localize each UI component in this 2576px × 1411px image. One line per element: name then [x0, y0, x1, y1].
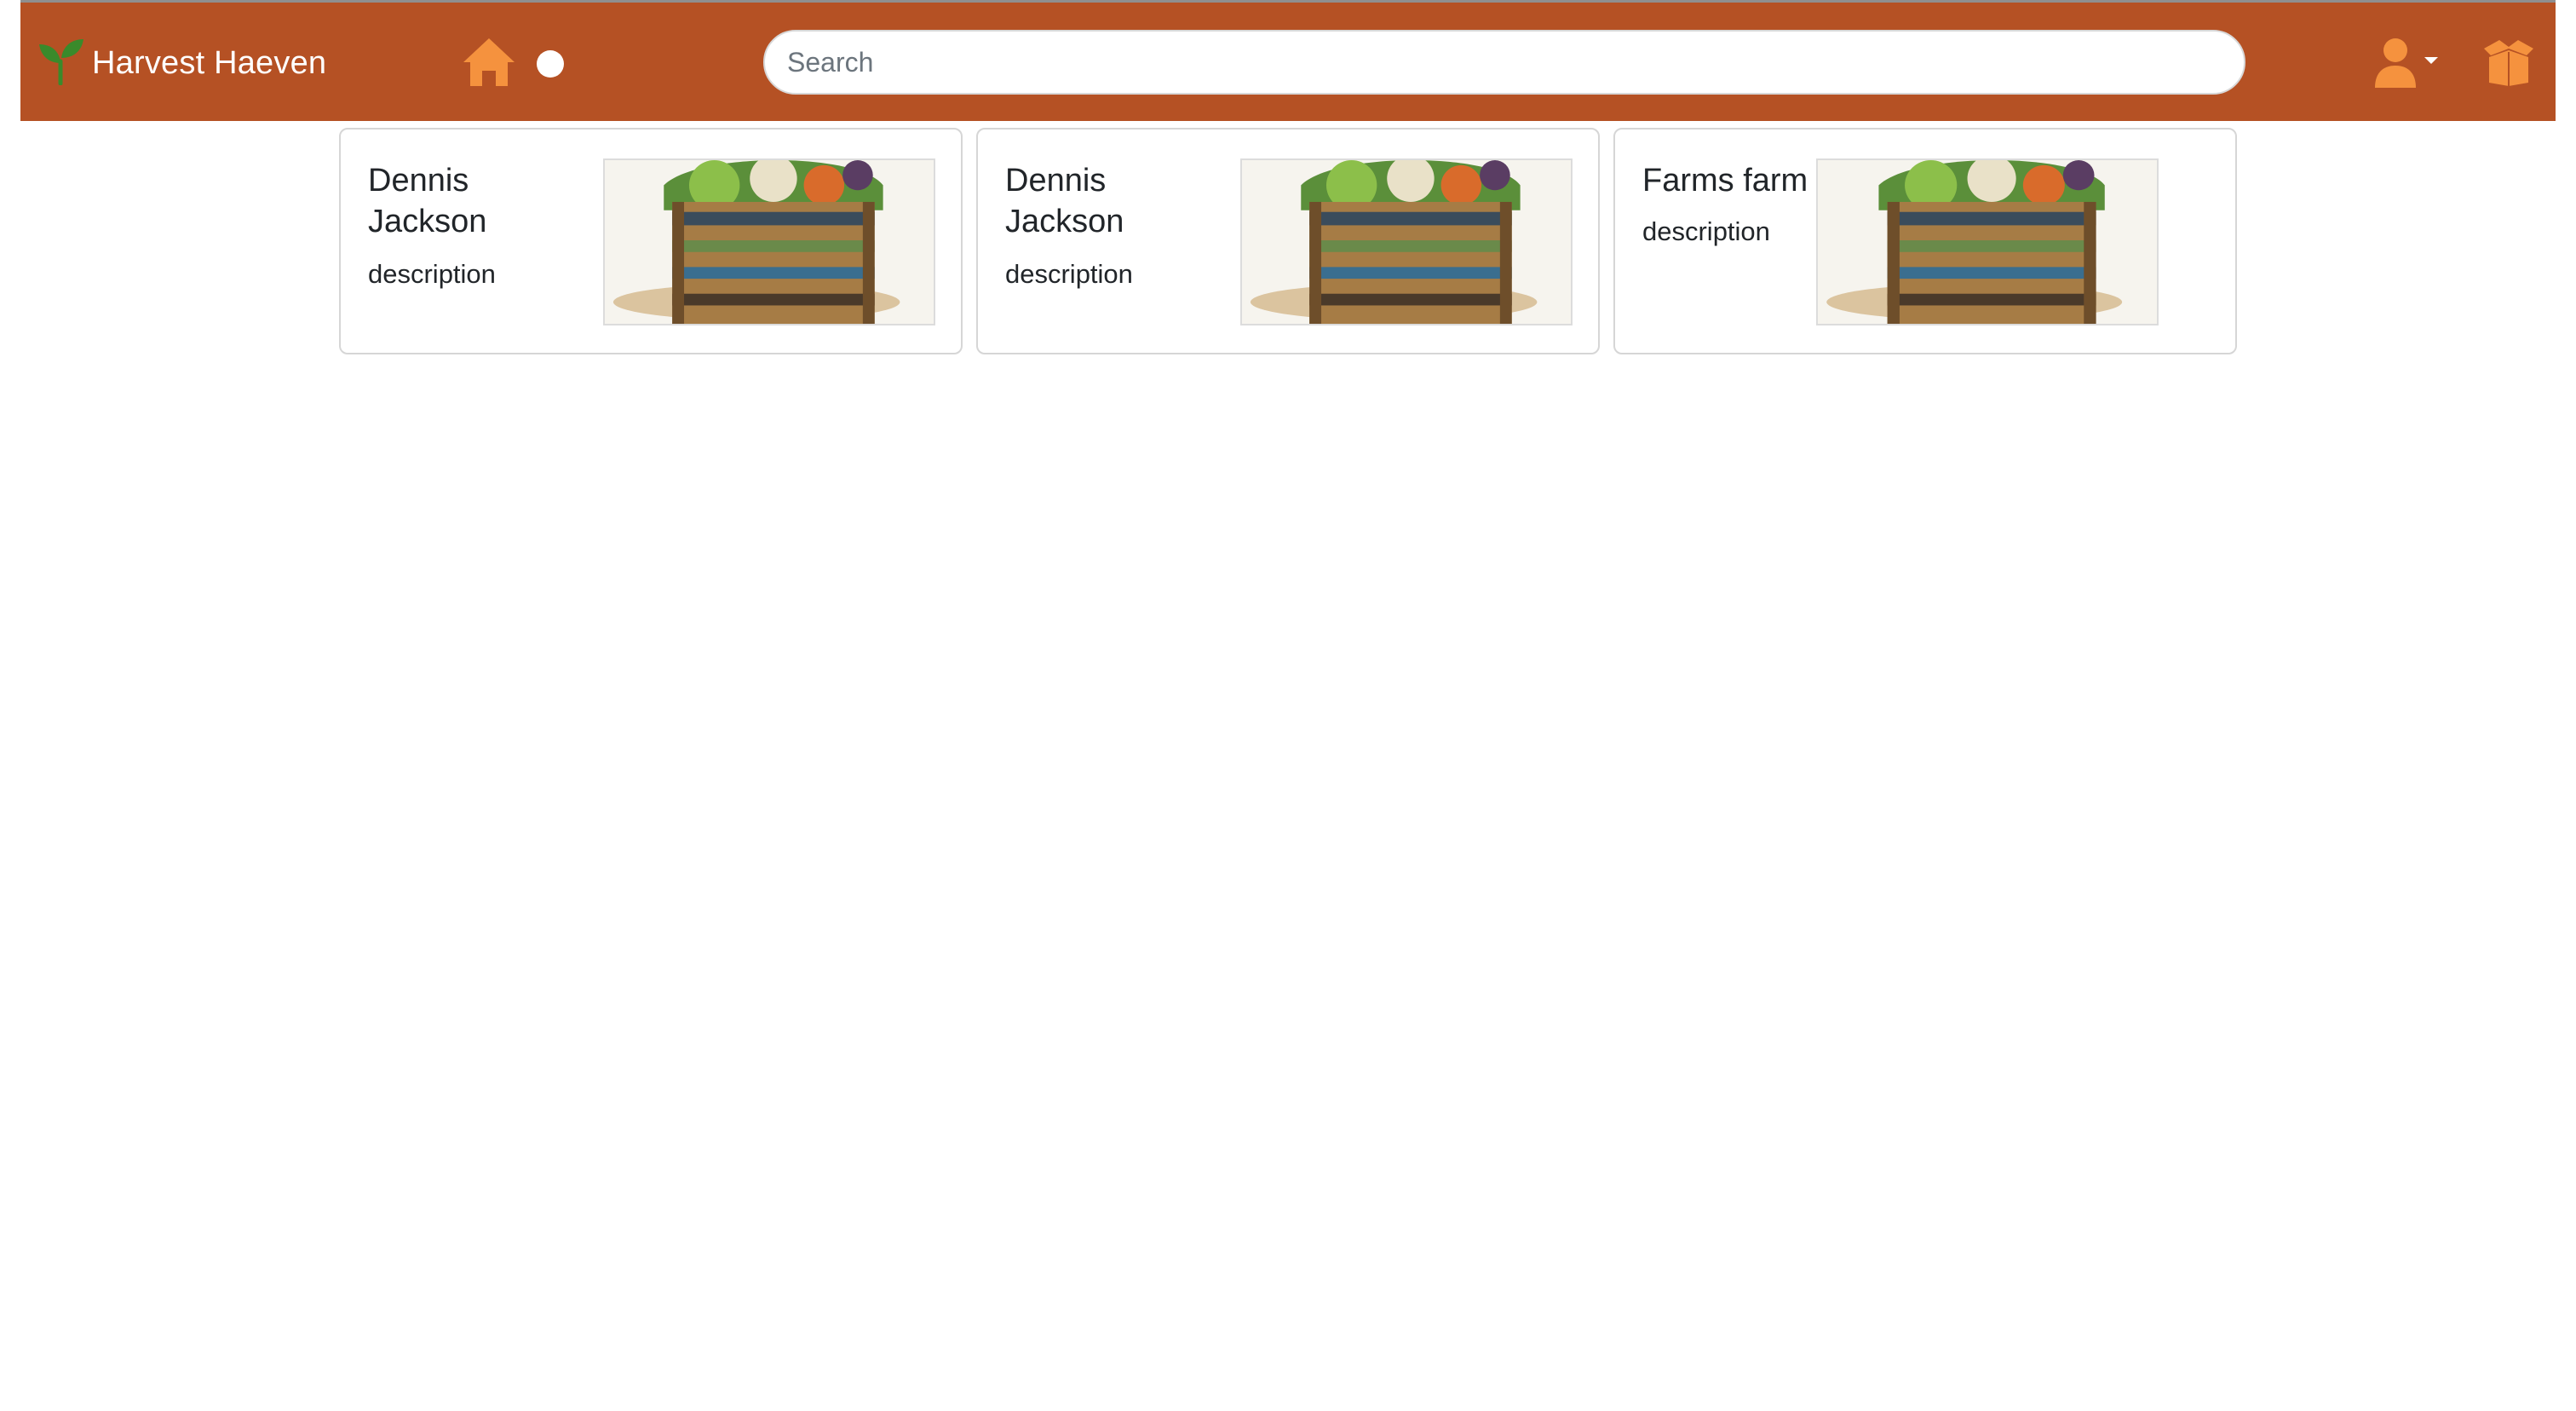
- card-title: Dennis Jackson: [1005, 163, 1124, 239]
- open-box-icon: [2482, 40, 2535, 91]
- brand-name: Harvest Haeven: [92, 44, 327, 81]
- card-title: Farms farm: [1642, 163, 1808, 199]
- search-input[interactable]: [763, 30, 2245, 95]
- card-title: Dennis Jackson: [368, 163, 487, 239]
- card-description: description: [1642, 216, 1770, 246]
- user-icon: [2375, 38, 2416, 88]
- caret-down-icon: [2424, 57, 2438, 64]
- circle-toggle-icon[interactable]: [537, 50, 564, 78]
- open-box-button[interactable]: [2482, 37, 2535, 88]
- seedling-icon: [37, 37, 85, 89]
- vegetable-crate-image: [1240, 158, 1573, 325]
- user-menu-button[interactable]: [2373, 37, 2441, 89]
- home-icon: [462, 38, 516, 91]
- vegetable-crate-image: [1816, 158, 2159, 325]
- brand-link[interactable]: Harvest Haeven: [37, 35, 326, 91]
- vegetable-crate-image: [603, 158, 935, 325]
- card-description: description: [1005, 259, 1133, 289]
- home-button[interactable]: [462, 37, 516, 88]
- card-description: description: [368, 259, 496, 289]
- farm-card[interactable]: Farms farm description: [1613, 128, 2237, 354]
- farm-card[interactable]: Dennis Jackson description: [976, 128, 1600, 354]
- top-navbar: Harvest Haeven: [20, 0, 2556, 121]
- farm-card[interactable]: Dennis Jackson description: [339, 128, 963, 354]
- farm-card-list: Dennis Jackson description Dennis Jackso…: [339, 128, 2239, 356]
